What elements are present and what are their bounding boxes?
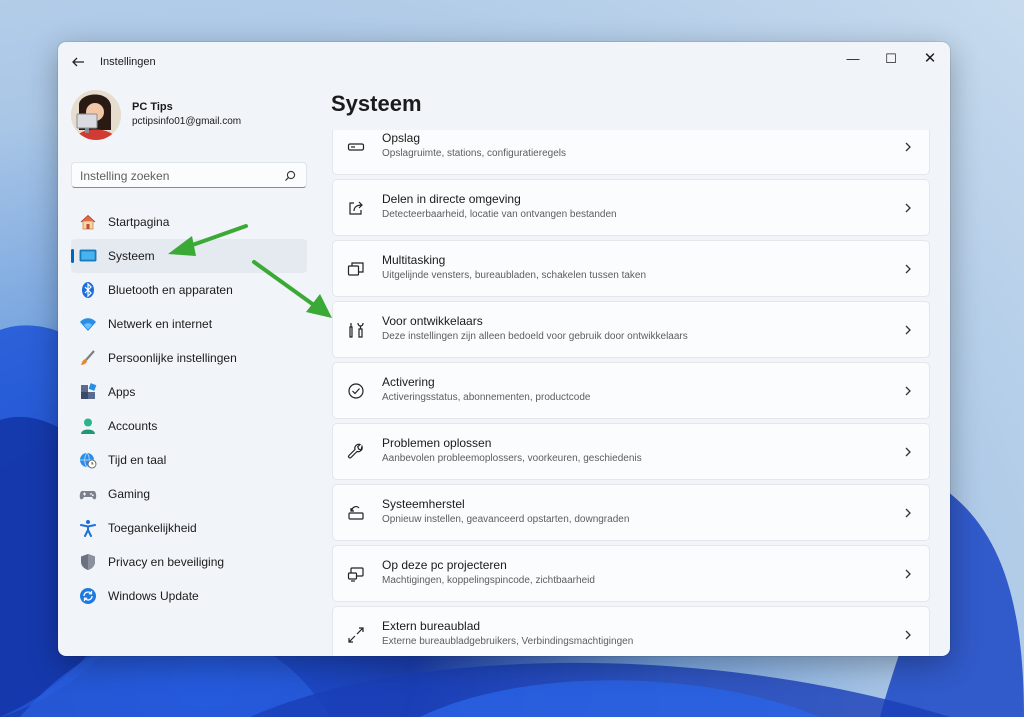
settings-card-multitasking[interactable]: Multitasking Uitgelijnde vensters, burea…	[332, 240, 930, 297]
chevron-right-icon	[903, 626, 913, 644]
chevron-right-icon	[903, 565, 913, 583]
bluetooth-icon	[79, 281, 97, 299]
sidebar-item-windows-update[interactable]: Windows Update	[71, 579, 307, 613]
card-title: Activering	[382, 375, 435, 389]
person-icon	[79, 417, 97, 435]
settings-card-problemen[interactable]: Problemen oplossen Aanbevolen probleemop…	[332, 423, 930, 480]
recovery-icon	[347, 504, 365, 522]
chevron-right-icon	[903, 504, 913, 522]
accessibility-icon	[79, 519, 97, 537]
search-box[interactable]	[71, 162, 307, 188]
sidebar-item-label: Privacy en beveiliging	[108, 555, 225, 569]
card-title: Opslag	[382, 131, 421, 145]
sidebar-item-label: Startpagina	[108, 215, 170, 229]
chevron-right-icon	[903, 382, 913, 400]
minimize-button[interactable]: —	[833, 46, 873, 72]
card-subtitle: Externe bureaubladgebruikers, Verbinding…	[382, 636, 634, 647]
sidebar-item-startpagina[interactable]: Startpagina	[71, 205, 307, 239]
projector-icon	[347, 565, 365, 583]
profile-email: pctipsinfo01@gmail.com	[132, 116, 242, 127]
user-profile[interactable]: PC Tips pctipsinfo01@gmail.com	[71, 90, 331, 142]
maximize-button[interactable]: ☐	[871, 46, 911, 72]
shield-icon	[79, 553, 97, 571]
apps-icon	[79, 383, 97, 401]
settings-card-projecteren[interactable]: Op deze pc projecteren Machtigingen, kop…	[332, 545, 930, 602]
chevron-right-icon	[903, 260, 913, 278]
settings-card-extern-bureaublad[interactable]: Extern bureaublad Externe bureaubladgebr…	[332, 606, 930, 656]
sidebar-item-label: Apps	[108, 385, 136, 399]
sidebar-item-privacy[interactable]: Privacy en beveiliging	[71, 545, 307, 579]
card-subtitle: Opslagruimte, stations, configuratierege…	[382, 148, 566, 159]
sidebar-item-label: Systeem	[108, 249, 155, 263]
settings-card-opslag[interactable]: Opslag Opslagruimte, stations, configura…	[332, 130, 930, 175]
sidebar-item-persoonlijk[interactable]: Persoonlijke instellingen	[71, 341, 307, 375]
avatar	[71, 90, 121, 140]
sidebar-nav: Startpagina Systeem Bluetooth en apparat…	[71, 205, 307, 613]
settings-card-systeemherstel[interactable]: Systeemherstel Opnieuw instellen, geavan…	[332, 484, 930, 541]
chevron-right-icon	[903, 199, 913, 217]
profile-name: PC Tips	[132, 101, 173, 113]
card-title: Problemen oplossen	[382, 436, 492, 450]
sidebar-item-label: Toegankelijkheid	[108, 521, 197, 535]
sidebar-item-label: Netwerk en internet	[108, 317, 213, 331]
card-title: Op deze pc projecteren	[382, 558, 507, 572]
remote-desktop-icon	[347, 626, 365, 644]
search-input[interactable]	[80, 168, 270, 184]
monitor-icon	[79, 247, 97, 265]
settings-card-delen[interactable]: Delen in directe omgeving Detecteerbaarh…	[332, 179, 930, 236]
sidebar-item-apps[interactable]: Apps	[71, 375, 307, 409]
storage-icon	[347, 138, 365, 156]
title-bar: Instellingen — ☐ ✕	[58, 42, 950, 82]
settings-card-ontwikkelaars[interactable]: Voor ontwikkelaars Deze instellingen zij…	[332, 301, 930, 358]
multitasking-icon	[347, 260, 365, 278]
settings-list: Opslag Opslagruimte, stations, configura…	[332, 130, 930, 656]
card-title: Delen in directe omgeving	[382, 192, 521, 206]
sidebar-item-label: Accounts	[108, 419, 158, 433]
wifi-icon	[79, 315, 97, 333]
sidebar-item-gaming[interactable]: Gaming	[71, 477, 307, 511]
card-subtitle: Machtigingen, koppelingspincode, zichtba…	[382, 575, 595, 586]
close-button[interactable]: ✕	[910, 46, 950, 72]
card-subtitle: Deze instellingen zijn alleen bedoeld vo…	[382, 331, 688, 342]
card-subtitle: Activeringsstatus, abonnementen, product…	[382, 392, 591, 403]
chevron-right-icon	[903, 443, 913, 461]
window-title: Instellingen	[100, 56, 156, 68]
card-title: Multitasking	[382, 253, 446, 267]
back-arrow-icon[interactable]	[70, 54, 86, 70]
settings-card-activering[interactable]: Activering Activeringsstatus, abonnement…	[332, 362, 930, 419]
search-icon[interactable]	[284, 169, 296, 181]
sidebar-item-systeem[interactable]: Systeem	[71, 239, 307, 273]
active-indicator	[71, 249, 74, 263]
wrench-icon	[347, 443, 365, 461]
chevron-right-icon	[903, 138, 913, 156]
sidebar-item-accounts[interactable]: Accounts	[71, 409, 307, 443]
sidebar-item-label: Persoonlijke instellingen	[108, 351, 237, 365]
chevron-right-icon	[903, 321, 913, 339]
sidebar-item-label: Bluetooth en apparaten	[108, 283, 233, 297]
card-subtitle: Uitgelijnde vensters, bureaubladen, scha…	[382, 270, 647, 281]
card-title: Systeemherstel	[382, 497, 465, 511]
home-icon	[79, 213, 97, 231]
update-icon	[79, 587, 97, 605]
page-title: Systeem	[331, 91, 422, 116]
check-circle-icon	[347, 382, 365, 400]
sidebar-item-bluetooth[interactable]: Bluetooth en apparaten	[71, 273, 307, 307]
gamepad-icon	[79, 485, 97, 503]
developer-tools-icon	[347, 321, 365, 339]
sidebar-item-toegankelijkheid[interactable]: Toegankelijkheid	[71, 511, 307, 545]
brush-icon	[79, 349, 97, 367]
sidebar-item-label: Tijd en taal	[108, 453, 167, 467]
globe-clock-icon	[79, 451, 97, 469]
share-icon	[347, 199, 365, 217]
sidebar-item-tijd-taal[interactable]: Tijd en taal	[71, 443, 307, 477]
sidebar-item-netwerk[interactable]: Netwerk en internet	[71, 307, 307, 341]
card-title: Extern bureaublad	[382, 619, 481, 633]
sidebar-item-label: Windows Update	[108, 589, 199, 603]
settings-window: Instellingen — ☐ ✕ PC Tips pctipsinfo01@…	[58, 42, 950, 656]
card-title: Voor ontwikkelaars	[382, 314, 483, 328]
card-subtitle: Aanbevolen probleemoplossers, voorkeuren…	[382, 453, 642, 464]
sidebar-item-label: Gaming	[108, 487, 151, 501]
card-subtitle: Opnieuw instellen, geavanceerd opstarten…	[382, 514, 630, 525]
card-subtitle: Detecteerbaarheid, locatie van ontvangen…	[382, 209, 617, 220]
